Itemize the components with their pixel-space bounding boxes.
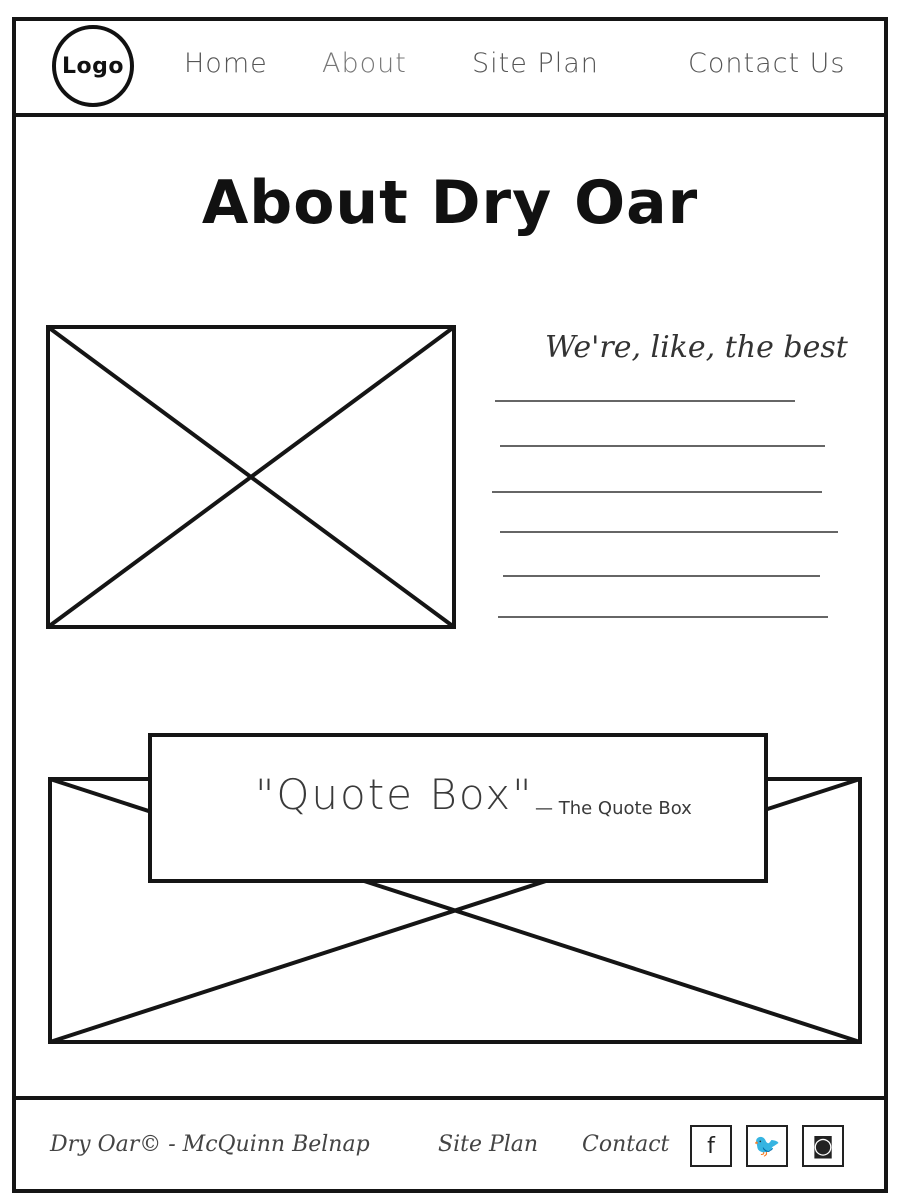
nav-home[interactable]: Home (184, 48, 268, 79)
footer-site-plan-link[interactable]: Site Plan (438, 1132, 538, 1157)
page-title: About Dry Oar (201, 168, 699, 238)
nav-site-plan[interactable]: Site Plan (472, 48, 599, 79)
logo[interactable]: Logo (52, 25, 134, 107)
footer-contact-link[interactable]: Contact (582, 1132, 669, 1157)
instagram-icon[interactable]: ◙ (802, 1125, 844, 1167)
nav-contact-us[interactable]: Contact Us (688, 48, 845, 79)
nav-about[interactable]: About (322, 48, 407, 79)
twitter-icon[interactable]: 🐦 (746, 1125, 788, 1167)
footer-divider (12, 1096, 888, 1100)
tagline: We're, like, the best (545, 330, 848, 365)
facebook-icon[interactable]: f (690, 1125, 732, 1167)
quote-attribution: — The Quote Box (535, 798, 692, 819)
quote-text: "Quote Box" (255, 770, 534, 819)
footer-copyright: Dry Oar© - McQuinn Belnap (50, 1132, 370, 1157)
